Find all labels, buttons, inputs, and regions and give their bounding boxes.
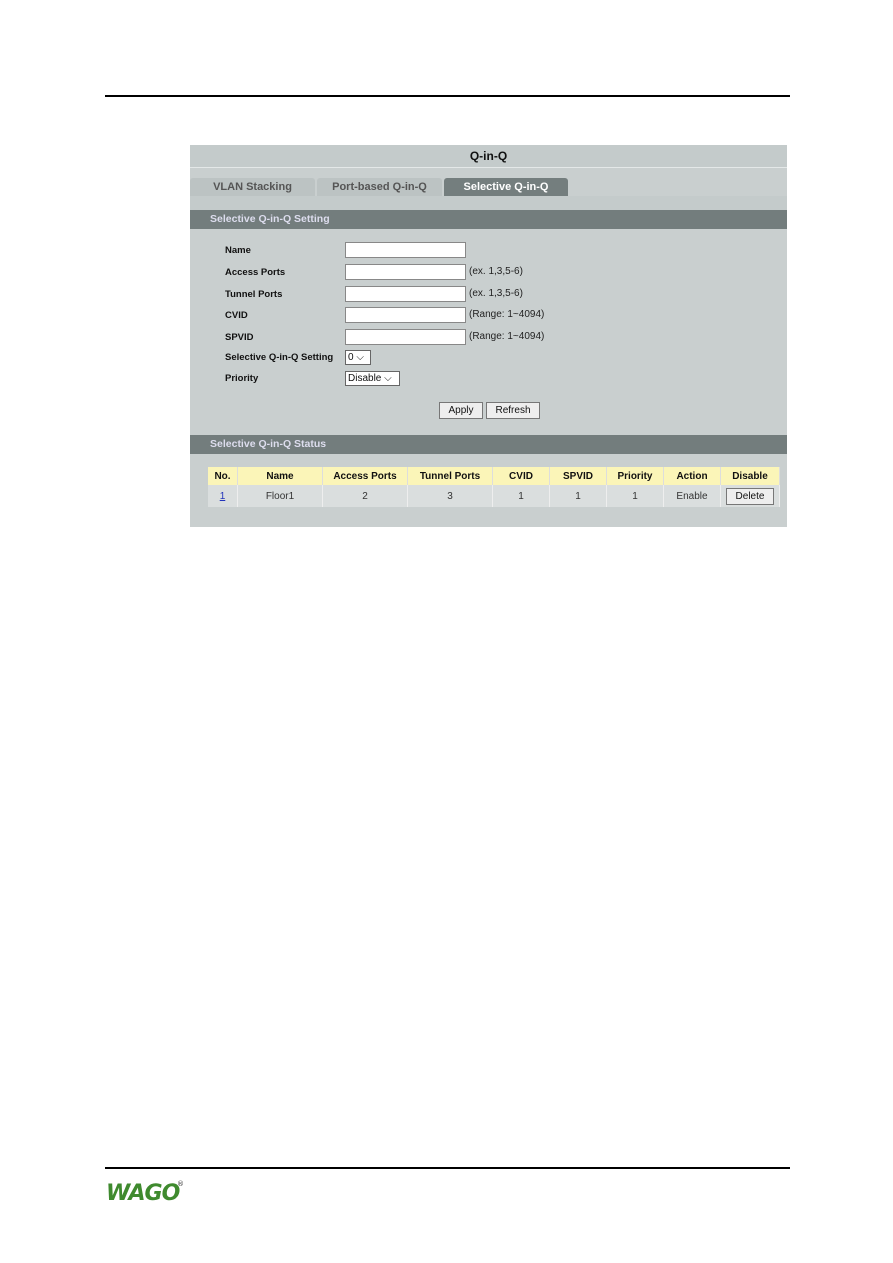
- tab-underline: [190, 196, 787, 210]
- tab-selective-qinq[interactable]: Selective Q-in-Q: [444, 178, 568, 196]
- cell-priority: 1: [606, 485, 664, 507]
- entry-link[interactable]: 1: [220, 491, 226, 502]
- col-priority: Priority: [606, 467, 664, 485]
- setting-header: Selective Q-in-Q Setting: [190, 210, 787, 229]
- chevron-down-icon: ⌵: [384, 373, 392, 384]
- col-tunnel-ports: Tunnel Ports: [407, 467, 493, 485]
- cell-action: Enable: [663, 485, 721, 507]
- table-row: 1 Floor1 2 3 1 1 1 Enable Delete: [208, 485, 780, 507]
- cvid-input[interactable]: [345, 307, 466, 323]
- priority-value: Disable: [348, 373, 382, 384]
- delete-button[interactable]: Delete: [726, 487, 774, 505]
- selective-setting-select[interactable]: 0 ⌵: [345, 350, 371, 365]
- tunnel-ports-hint: (ex. 1,3,5-6): [469, 288, 523, 299]
- tab-vlan-stacking[interactable]: VLAN Stacking: [190, 178, 315, 196]
- col-disable: Disable: [720, 467, 780, 485]
- cell-access-ports: 2: [322, 485, 408, 507]
- cell-name: Floor1: [237, 485, 323, 507]
- spvid-label: SPVID: [225, 332, 254, 343]
- priority-label: Priority: [225, 373, 259, 384]
- tunnel-ports-label: Tunnel Ports: [225, 289, 283, 300]
- header-rule: [105, 95, 790, 97]
- selective-setting-value: 0: [348, 352, 354, 363]
- col-no: No.: [208, 467, 238, 485]
- selective-setting-label: Selective Q-in-Q Setting: [225, 352, 334, 363]
- col-cvid: CVID: [492, 467, 550, 485]
- status-header: Selective Q-in-Q Status: [190, 435, 787, 454]
- access-ports-input[interactable]: [345, 264, 466, 280]
- refresh-button[interactable]: Refresh: [486, 402, 540, 419]
- wago-logo: WAGO ®: [106, 1180, 184, 1204]
- chevron-down-icon: ⌵: [356, 352, 364, 363]
- priority-select[interactable]: Disable ⌵: [345, 371, 400, 386]
- svg-text:®: ®: [177, 1180, 184, 1188]
- col-name: Name: [237, 467, 323, 485]
- qinq-panel: Q-in-Q VLAN Stacking Port-based Q-in-Q S…: [190, 145, 787, 527]
- name-label: Name: [225, 245, 251, 256]
- cell-tunnel-ports: 3: [407, 485, 493, 507]
- spvid-hint: (Range: 1~4094): [469, 331, 545, 342]
- col-spvid: SPVID: [549, 467, 607, 485]
- tab-port-based-qinq[interactable]: Port-based Q-in-Q: [317, 178, 442, 196]
- col-action: Action: [663, 467, 721, 485]
- footer-rule: [105, 1167, 790, 1169]
- spvid-input[interactable]: [345, 329, 466, 345]
- tunnel-ports-input[interactable]: [345, 286, 466, 302]
- cvid-hint: (Range: 1~4094): [469, 309, 545, 320]
- table-header-row: No. Name Access Ports Tunnel Ports CVID …: [208, 467, 780, 485]
- document-page: Q-in-Q VLAN Stacking Port-based Q-in-Q S…: [0, 0, 893, 1263]
- cell-spvid: 1: [549, 485, 607, 507]
- col-access-ports: Access Ports: [322, 467, 408, 485]
- apply-button[interactable]: Apply: [439, 402, 483, 419]
- panel-title: Q-in-Q: [190, 145, 787, 168]
- access-ports-label: Access Ports: [225, 267, 286, 278]
- svg-text:WAGO: WAGO: [106, 1181, 180, 1204]
- name-input[interactable]: [345, 242, 466, 258]
- status-table: No. Name Access Ports Tunnel Ports CVID …: [208, 467, 780, 507]
- cvid-label: CVID: [225, 310, 248, 321]
- cell-cvid: 1: [492, 485, 550, 507]
- access-ports-hint: (ex. 1,3,5-6): [469, 266, 523, 277]
